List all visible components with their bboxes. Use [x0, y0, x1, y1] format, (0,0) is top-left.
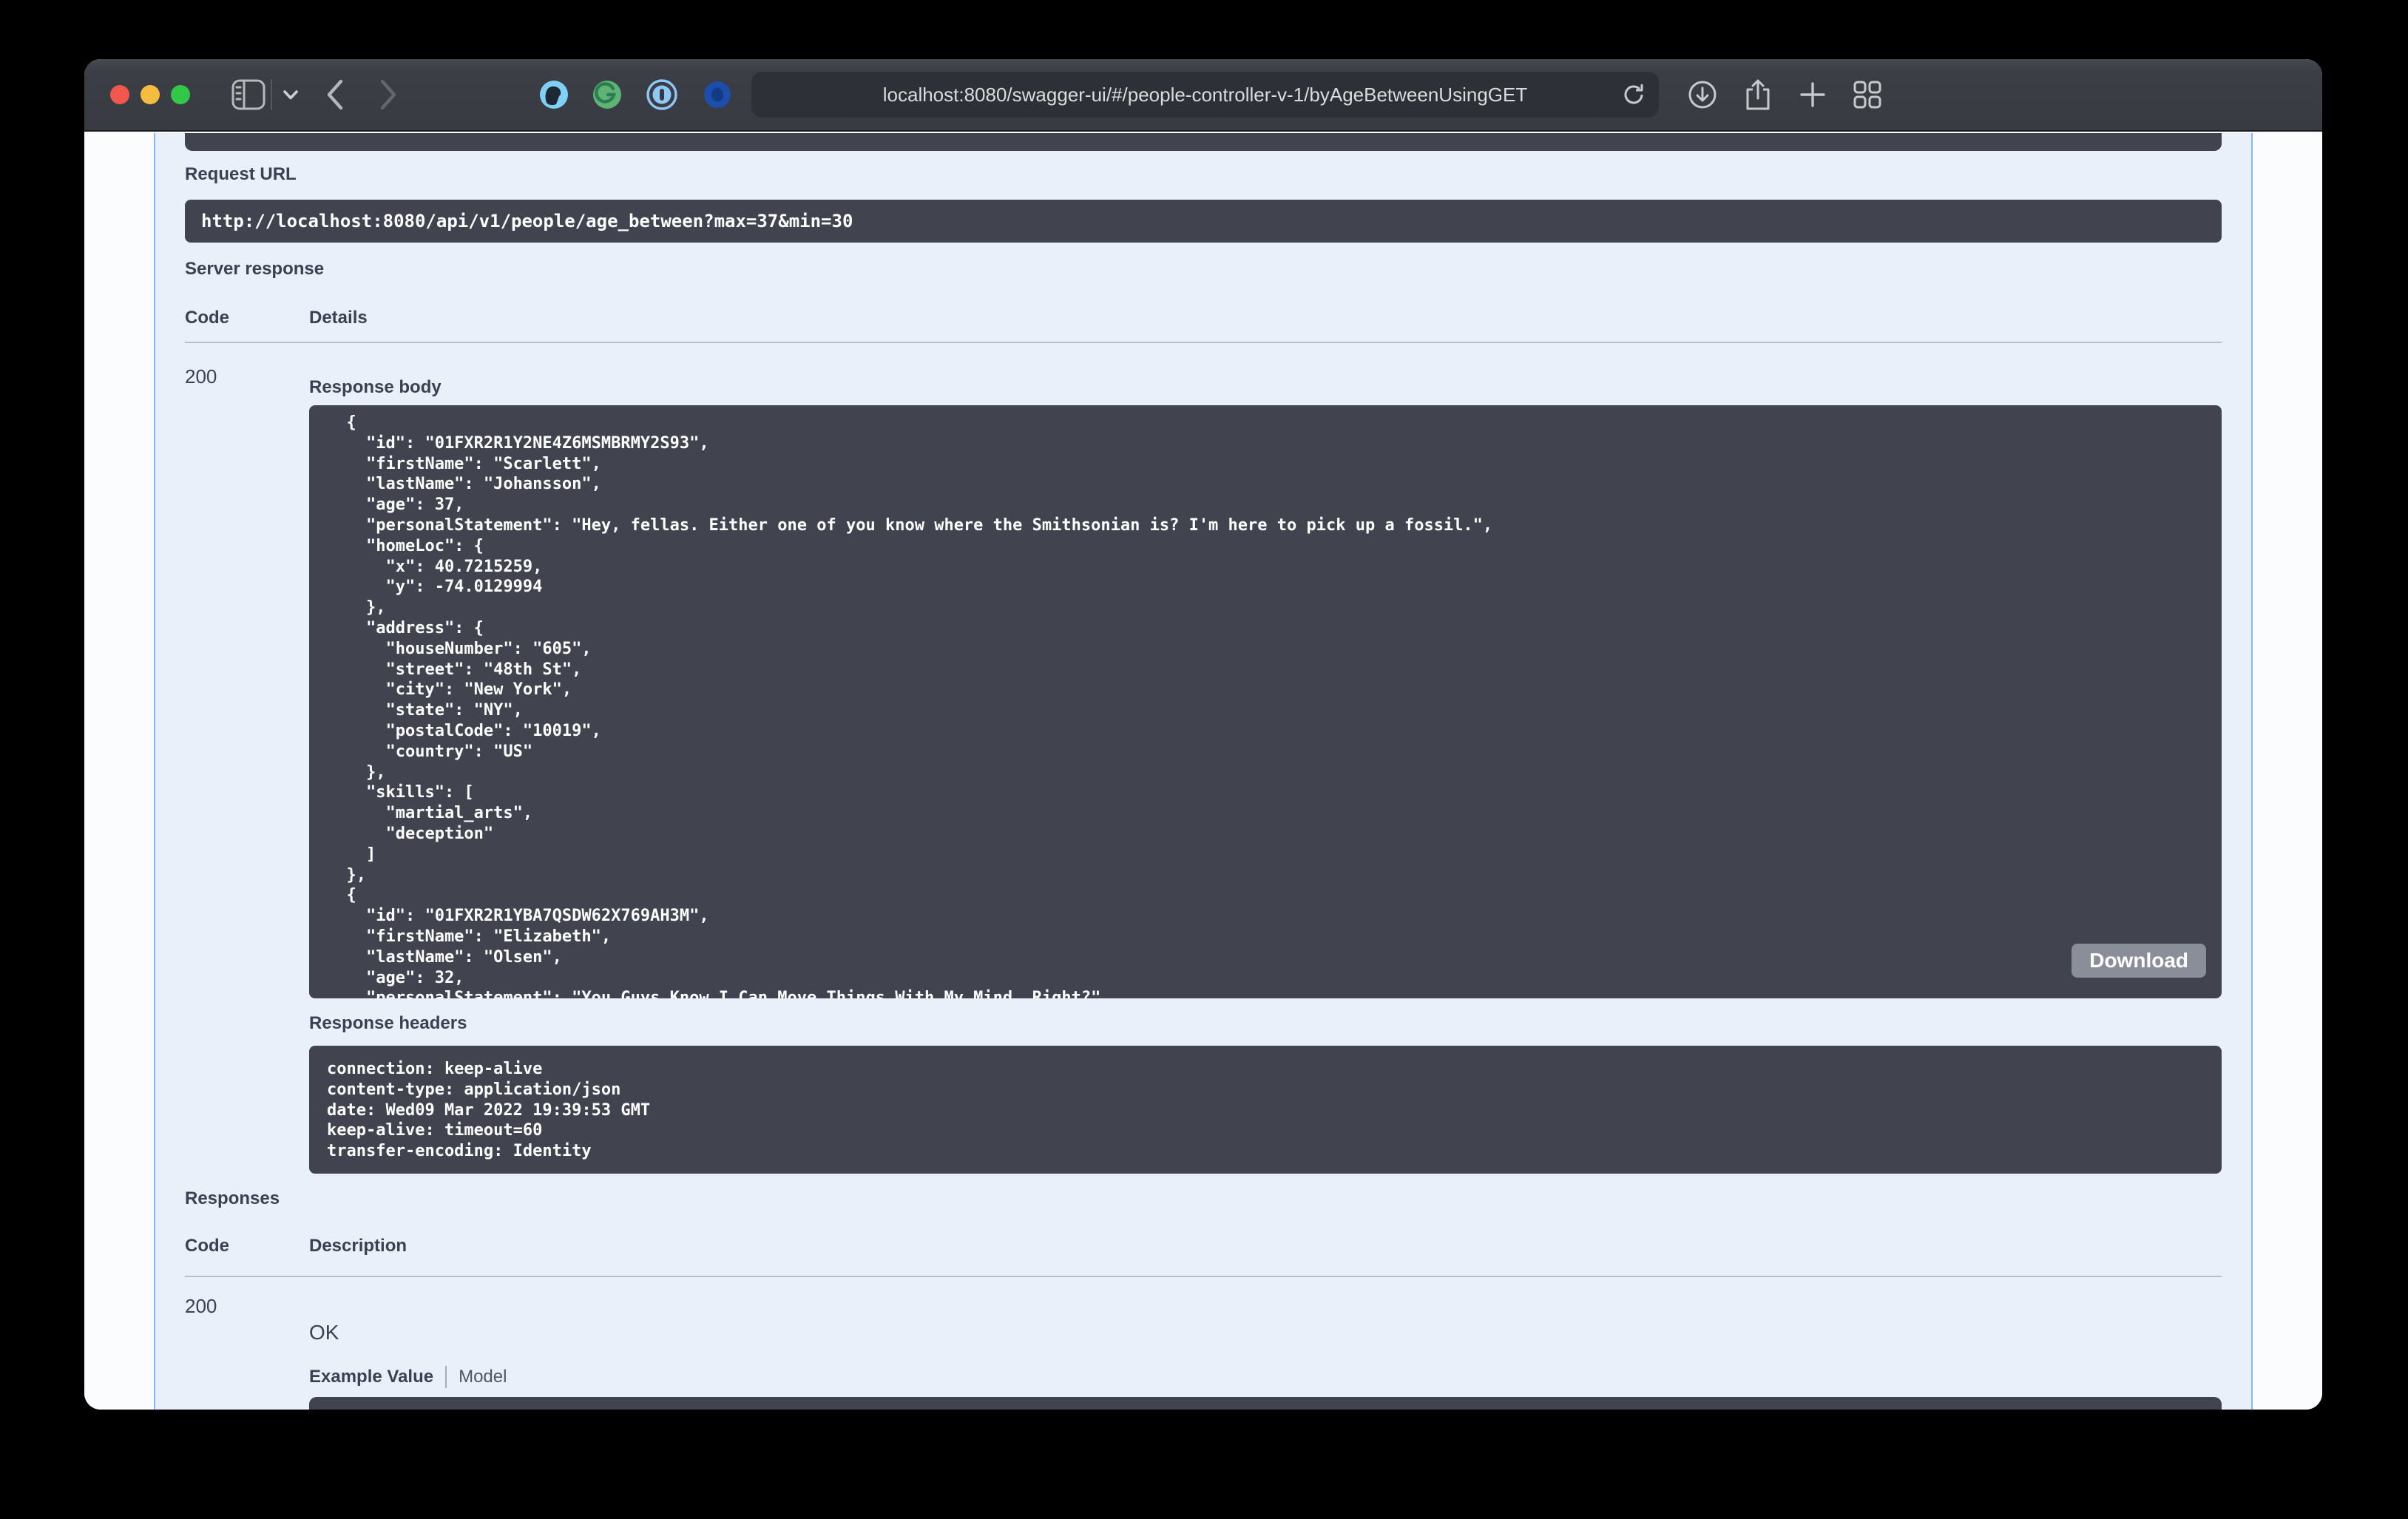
tab-grid-icon	[1852, 79, 1883, 110]
server-response-title: Server response	[185, 259, 2222, 280]
swagger-page: Request URL http://localhost:8080/api/v1…	[84, 133, 2322, 1410]
plus-icon	[1799, 81, 1827, 109]
share-button[interactable]	[1741, 59, 1775, 130]
responses-table-header: Code Description	[185, 1236, 2222, 1256]
browser-toolbar: localhost:8080/swagger-ui/#/people-contr…	[84, 59, 2322, 132]
extension-onepassword-button[interactable]	[646, 59, 678, 130]
server-response-row: 200 Response body { "id": "01FXR2R1Y2NE4…	[185, 343, 2222, 1174]
response-body-block[interactable]: { "id": "01FXR2R1Y2NE4Z6MSMBRMY2S93", "f…	[309, 405, 2222, 998]
responses-code-column-header: Code	[185, 1236, 309, 1256]
sidebar-toggle-button[interactable]	[228, 59, 269, 130]
download-circle-icon	[1687, 79, 1718, 110]
responses-row: 200 OK Example Value Model	[185, 1277, 2222, 1410]
ring-extension-icon	[703, 80, 732, 109]
response-description: OK	[309, 1320, 2222, 1345]
reload-button[interactable]	[1620, 81, 1647, 108]
reload-icon	[1620, 81, 1647, 108]
forward-icon	[379, 78, 399, 111]
back-icon	[325, 78, 344, 111]
request-url-block: http://localhost:8080/api/v1/people/age_…	[185, 200, 2222, 243]
duck-extension-icon	[538, 79, 569, 110]
example-value-block	[309, 1397, 2222, 1410]
responses-status-code: 200	[185, 1295, 309, 1410]
browser-window: localhost:8080/swagger-ui/#/people-contr…	[84, 59, 2322, 1410]
sidebar-menu-button[interactable]	[278, 59, 303, 130]
response-headers-label: Response headers	[309, 1013, 2222, 1034]
sidebar-toggle-icon	[231, 79, 266, 110]
traffic-light-minimize-button[interactable]	[141, 85, 160, 104]
downloads-button[interactable]	[1685, 59, 1719, 130]
tab-divider	[445, 1366, 447, 1388]
toolbar-divider	[271, 79, 272, 110]
model-tabs: Example Value Model	[309, 1366, 2222, 1388]
share-icon	[1743, 78, 1773, 112]
request-url-value: http://localhost:8080/api/v1/people/age_…	[201, 211, 853, 231]
onepassword-extension-icon	[646, 79, 677, 110]
new-tab-button[interactable]	[1796, 59, 1830, 130]
download-button[interactable]: Download	[2072, 944, 2206, 978]
details-column-header: Details	[309, 308, 2222, 328]
operation-block: Request URL http://localhost:8080/api/v1…	[154, 133, 2253, 1410]
back-button[interactable]	[319, 59, 349, 130]
response-headers-text: connection: keep-alive content-type: app…	[309, 1046, 2222, 1174]
tab-model[interactable]: Model	[459, 1367, 507, 1387]
extension-duck-button[interactable]	[538, 59, 570, 130]
extension-circle-button[interactable]	[701, 59, 734, 130]
response-status-code: 200	[185, 365, 309, 1174]
responses-title: Responses	[185, 1188, 2222, 1209]
server-response-table-header: Code Details	[185, 308, 2222, 328]
scrolled-code-block	[185, 133, 2222, 151]
url-text: localhost:8080/swagger-ui/#/people-contr…	[883, 84, 1527, 106]
response-body-label: Response body	[309, 377, 2222, 398]
responses-description-column-header: Description	[309, 1236, 2222, 1256]
chevron-down-icon	[283, 89, 299, 101]
forward-button[interactable]	[374, 59, 404, 130]
traffic-light-zoom-button[interactable]	[171, 85, 190, 104]
tab-example-value[interactable]: Example Value	[309, 1367, 433, 1387]
request-url-label: Request URL	[185, 164, 2222, 185]
grammarly-extension-icon	[592, 79, 623, 110]
code-column-header: Code	[185, 308, 309, 328]
traffic-light-close-button[interactable]	[110, 85, 129, 104]
response-body-json: { "id": "01FXR2R1Y2NE4Z6MSMBRMY2S93", "f…	[309, 405, 2222, 998]
extension-grammarly-button[interactable]	[591, 59, 623, 130]
response-headers-block: connection: keep-alive content-type: app…	[309, 1046, 2222, 1174]
address-bar[interactable]: localhost:8080/swagger-ui/#/people-contr…	[751, 72, 1659, 118]
tab-overview-button[interactable]	[1850, 59, 1884, 130]
